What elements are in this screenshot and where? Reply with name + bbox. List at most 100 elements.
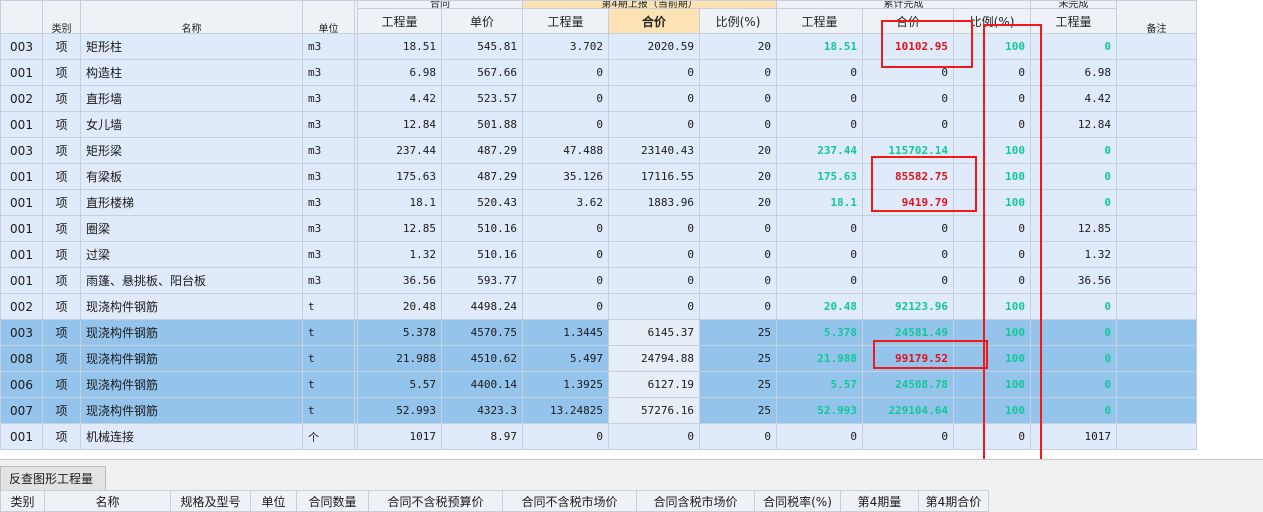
cell-period-qty[interactable]: 0: [522, 267, 609, 294]
cell-cumulative-qty[interactable]: 18.51: [776, 33, 864, 60]
cell-contract-price[interactable]: 523.57: [441, 85, 523, 112]
cell-unit[interactable]: m3: [302, 33, 355, 60]
cell-period-total[interactable]: 6145.37: [608, 319, 700, 346]
cell-remaining-qty[interactable]: 12.85: [1030, 215, 1118, 242]
cell-period-total[interactable]: 0: [608, 293, 700, 320]
cell-code[interactable]: 001: [0, 423, 43, 450]
cell-remark[interactable]: [1116, 85, 1198, 112]
cell-cumulative-total[interactable]: 92123.96: [862, 293, 955, 320]
cell-cumulative-qty[interactable]: 0: [776, 85, 864, 112]
cell-remaining-qty[interactable]: 0: [1030, 371, 1118, 398]
col-header-period-total[interactable]: 合价: [608, 8, 700, 34]
cell-cumulative-qty[interactable]: 20.48: [776, 293, 864, 320]
cell-period-ratio[interactable]: 0: [698, 85, 778, 112]
cell-type[interactable]: 项: [42, 371, 81, 398]
cell-unit[interactable]: t: [302, 345, 355, 372]
cell-code[interactable]: 008: [0, 345, 43, 372]
cell-unit[interactable]: t: [302, 371, 355, 398]
cell-period-qty[interactable]: 1.3925: [522, 371, 609, 398]
cell-cumulative-ratio[interactable]: 100: [953, 319, 1032, 346]
cell-period-total[interactable]: 0: [608, 241, 700, 268]
cell-type[interactable]: 项: [42, 241, 81, 268]
cell-type[interactable]: 项: [42, 319, 81, 346]
cell-unit[interactable]: m3: [302, 215, 355, 242]
cell-period-ratio[interactable]: 0: [698, 267, 778, 294]
cell-cumulative-ratio[interactable]: 0: [953, 241, 1032, 268]
cell-period-total[interactable]: 17116.55: [608, 163, 700, 190]
table-row[interactable]: 001 项雨篷、悬挑板、阳台板 m3 36.56 593.77 0 0 0 0 0 0 36.56: [0, 267, 1198, 294]
cell-period-ratio[interactable]: 25: [698, 397, 778, 424]
col-header-name[interactable]: 名称: [80, 0, 303, 34]
cell-name[interactable]: 过梁: [80, 241, 303, 268]
cell-remark[interactable]: [1116, 137, 1198, 164]
cell-period-ratio[interactable]: 0: [698, 59, 778, 86]
table-row[interactable]: 001 项机械连接个 1017 8.97 0 0 0 0 0 0 1017: [0, 423, 1198, 450]
cell-cumulative-total[interactable]: 229104.64: [862, 397, 955, 424]
table-row[interactable]: 001 项有梁板 m3 175.63 487.29 35.126 17116.55 20 175…: [0, 163, 1198, 190]
cell-remark[interactable]: [1116, 189, 1198, 216]
cell-contract-qty[interactable]: 18.1: [357, 189, 442, 216]
cell-remark[interactable]: [1116, 293, 1198, 320]
cell-cumulative-ratio[interactable]: 0: [953, 59, 1032, 86]
col-header-contract-qty[interactable]: 工程量: [357, 8, 442, 34]
cell-period-qty[interactable]: 0: [522, 59, 609, 86]
col-header-remaining-qty[interactable]: 工程量: [1030, 8, 1118, 34]
cell-code[interactable]: 001: [0, 59, 43, 86]
cell-code[interactable]: 006: [0, 371, 43, 398]
col-header-period-ratio[interactable]: 比例(%): [698, 8, 778, 34]
cell-type[interactable]: 项: [42, 85, 81, 112]
cell-cumulative-qty[interactable]: 5.57: [776, 371, 864, 398]
cell-cumulative-ratio[interactable]: 0: [953, 215, 1032, 242]
cell-type[interactable]: 项: [42, 163, 81, 190]
cell-period-qty[interactable]: 0: [522, 85, 609, 112]
cell-cumulative-ratio[interactable]: 100: [953, 397, 1032, 424]
cell-type[interactable]: 项: [42, 215, 81, 242]
cell-cumulative-ratio[interactable]: 0: [953, 111, 1032, 138]
cell-cumulative-qty[interactable]: 0: [776, 111, 864, 138]
cell-period-total[interactable]: 2020.59: [608, 33, 700, 60]
cell-name[interactable]: 矩形梁: [80, 137, 303, 164]
cell-period-ratio[interactable]: 20: [698, 33, 778, 60]
cell-remaining-qty[interactable]: 36.56: [1030, 267, 1118, 294]
cell-cumulative-ratio[interactable]: 100: [953, 137, 1032, 164]
cell-code[interactable]: 003: [0, 137, 43, 164]
col-header-remark[interactable]: 备注: [1116, 0, 1198, 34]
cell-contract-qty[interactable]: 36.56: [357, 267, 442, 294]
cell-contract-qty[interactable]: 237.44: [357, 137, 442, 164]
table-row[interactable]: 001 项构造柱 m3 6.98 567.66 0 0 0 0 0 0 6.98: [0, 59, 1198, 86]
cell-name[interactable]: 直形墙: [80, 85, 303, 112]
cell-cumulative-qty[interactable]: 237.44: [776, 137, 864, 164]
cell-code[interactable]: 003: [0, 319, 43, 346]
sub-col-header[interactable]: 合同税率(%): [754, 490, 841, 512]
cell-cumulative-qty[interactable]: 0: [776, 423, 864, 450]
cell-period-ratio[interactable]: 0: [698, 215, 778, 242]
cell-cumulative-qty[interactable]: 0: [776, 215, 864, 242]
cell-remark[interactable]: [1116, 111, 1198, 138]
cell-contract-qty[interactable]: 5.57: [357, 371, 442, 398]
cell-contract-qty[interactable]: 175.63: [357, 163, 442, 190]
cell-cumulative-qty[interactable]: 0: [776, 241, 864, 268]
table-row[interactable]: 006 项现浇构件钢筋 t 5.57 4400.14 1.3925 6127.19 25 5.5…: [0, 371, 1198, 398]
cell-remaining-qty[interactable]: 0: [1030, 163, 1118, 190]
table-row[interactable]: 003 项现浇构件钢筋 t 5.378 4570.75 1.3445 6145.37 25 5.…: [0, 319, 1198, 346]
sub-col-header[interactable]: 第4期合价: [918, 490, 989, 512]
cell-remark[interactable]: [1116, 319, 1198, 346]
cell-remaining-qty[interactable]: 0: [1030, 319, 1118, 346]
cell-type[interactable]: 项: [42, 189, 81, 216]
cell-contract-price[interactable]: 8.97: [441, 423, 523, 450]
cell-contract-price[interactable]: 4510.62: [441, 345, 523, 372]
cell-type[interactable]: 项: [42, 33, 81, 60]
cell-contract-qty[interactable]: 52.993: [357, 397, 442, 424]
cell-type[interactable]: 项: [42, 111, 81, 138]
cell-cumulative-ratio[interactable]: 0: [953, 85, 1032, 112]
cell-cumulative-ratio[interactable]: 100: [953, 345, 1032, 372]
cell-code[interactable]: 002: [0, 85, 43, 112]
cell-remaining-qty[interactable]: 0: [1030, 345, 1118, 372]
cell-cumulative-qty[interactable]: 175.63: [776, 163, 864, 190]
cell-name[interactable]: 现浇构件钢筋: [80, 371, 303, 398]
cell-unit[interactable]: m3: [302, 111, 355, 138]
cell-name[interactable]: 圈梁: [80, 215, 303, 242]
cell-unit[interactable]: m3: [302, 137, 355, 164]
cell-period-total[interactable]: 0: [608, 111, 700, 138]
cell-contract-price[interactable]: 567.66: [441, 59, 523, 86]
